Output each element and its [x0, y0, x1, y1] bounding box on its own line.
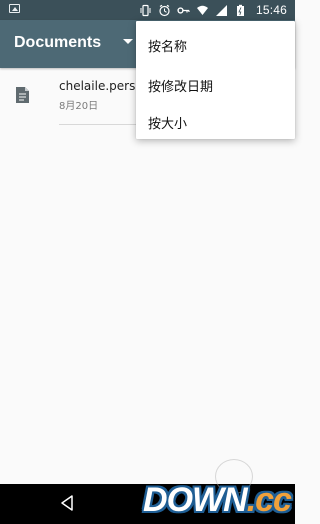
- signal-icon: [215, 4, 228, 17]
- sort-by-size-option[interactable]: 按大小: [136, 104, 295, 140]
- page-title[interactable]: Documents: [14, 34, 101, 52]
- key-icon: [177, 4, 190, 17]
- navigation-bar: [0, 484, 295, 524]
- chevron-down-icon[interactable]: [122, 38, 134, 46]
- status-bar: 15:46: [0, 0, 295, 20]
- sort-menu: 按名称 按修改日期 按大小: [136, 21, 295, 139]
- file-name: chelaile.persi: [59, 79, 139, 93]
- battery-icon: [234, 4, 247, 17]
- sort-by-modified-date-option[interactable]: 按修改日期: [136, 67, 295, 103]
- document-icon: [16, 87, 29, 103]
- back-icon[interactable]: [59, 494, 75, 512]
- file-date: 8月20日: [59, 101, 99, 112]
- sort-by-name-option[interactable]: 按名称: [136, 27, 295, 63]
- alarm-icon: [158, 4, 171, 17]
- image-notification-icon: [9, 4, 20, 13]
- wifi-icon: [196, 4, 209, 17]
- vibrate-icon: [139, 4, 152, 17]
- status-time: 15:46: [255, 3, 287, 17]
- status-icons: 15:46: [139, 0, 287, 20]
